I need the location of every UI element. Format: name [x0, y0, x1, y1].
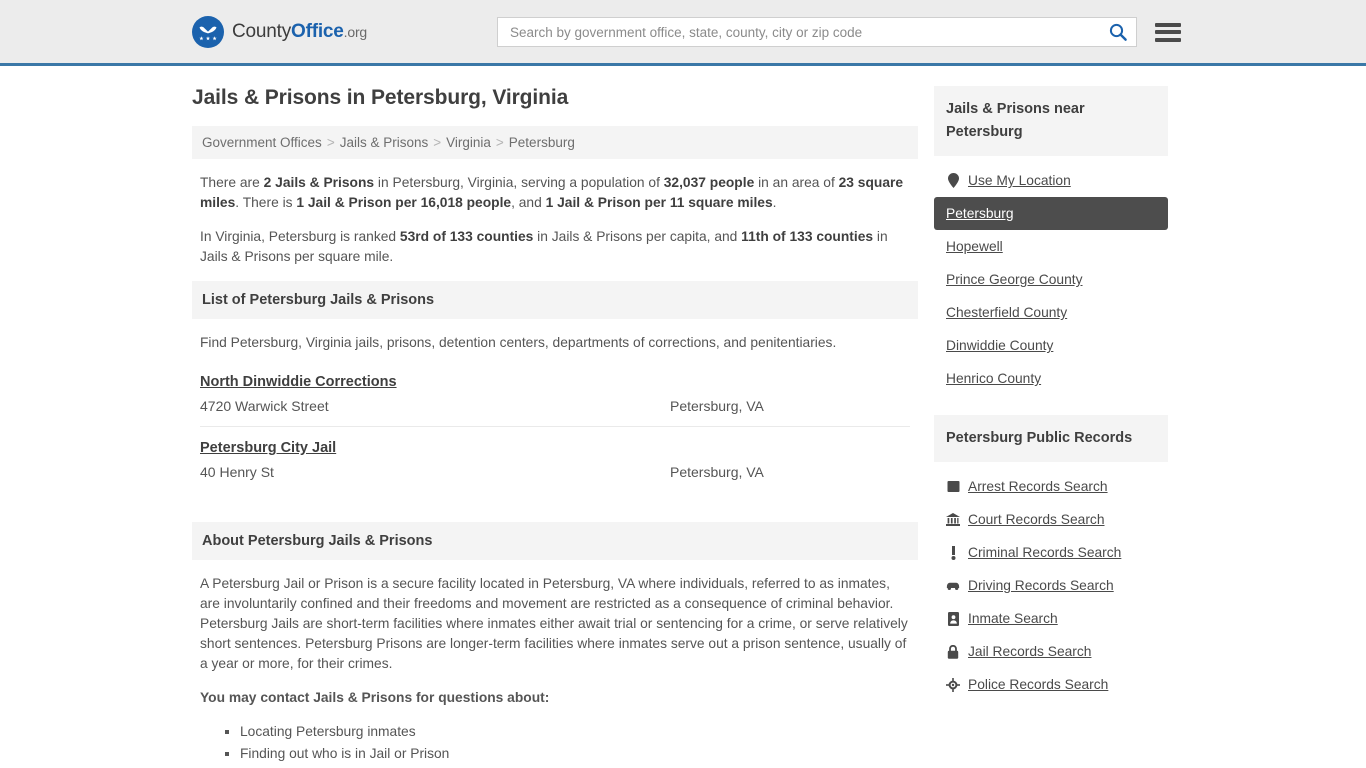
logo-text-org: .org — [343, 23, 368, 40]
intro-statistics: There are 2 Jails & Prisons in Petersbur… — [192, 173, 918, 267]
sidebar-item-inmate-search[interactable]: Inmate Search — [934, 602, 1168, 635]
sidebar-item-label: Arrest Records Search — [968, 479, 1108, 494]
about-lead-in: You may contact Jails & Prisons for ques… — [200, 690, 550, 705]
page-container: Jails & Prisons in Petersburg, Virginia … — [0, 66, 1366, 768]
map-pin-icon — [946, 173, 960, 188]
list-section-description: Find Petersburg, Virginia jails, prisons… — [200, 335, 837, 350]
about-section-heading: About Petersburg Jails & Prisons — [192, 522, 918, 560]
listing-name-link[interactable]: North Dinwiddie Corrections — [200, 374, 397, 390]
sidebar-item-prince-george-county[interactable]: Prince George County — [934, 263, 1168, 296]
listing-address: 40 Henry St — [200, 464, 274, 480]
main-column: Jails & Prisons in Petersburg, Virginia … — [192, 86, 918, 768]
sidebar-item-label: Use My Location — [968, 173, 1071, 188]
sidebar-item-label: Criminal Records Search — [968, 545, 1122, 560]
about-paragraph: A Petersburg Jail or Prison is a secure … — [200, 576, 908, 671]
sidebar-nearby-list: Use My Location Petersburg Hopewell Prin… — [934, 164, 1168, 395]
hamburger-bar — [1155, 22, 1181, 27]
breadcrumb-item-virginia[interactable]: Virginia — [446, 135, 491, 150]
sidebar-item-police-records-search[interactable]: Police Records Search — [934, 668, 1168, 701]
list-section-body: Find Petersburg, Virginia jails, prisons… — [192, 319, 918, 492]
hamburger-bar — [1155, 37, 1181, 42]
about-section-body: A Petersburg Jail or Prison is a secure … — [192, 560, 918, 768]
sidebar-item-label: Henrico County — [946, 371, 1042, 386]
sidebar-item-label: Hopewell — [946, 239, 1003, 254]
sidebar-item-label: Court Records Search — [968, 512, 1105, 527]
intro-paragraph-rankings: In Virginia, Petersburg is ranked 53rd o… — [200, 229, 888, 264]
hamburger-bar — [1155, 30, 1181, 34]
sidebar-item-driving-records-search[interactable]: Driving Records Search — [934, 569, 1168, 602]
breadcrumb: Government Offices > Jails & Prisons > Virgi… — [192, 126, 918, 159]
site-logo[interactable]: CountyOffice.org — [192, 15, 367, 48]
fingerprint-icon — [946, 480, 960, 493]
list-section-heading: List of Petersburg Jails & Prisons — [192, 281, 918, 319]
lock-icon — [946, 644, 960, 659]
search-icon[interactable] — [1108, 22, 1128, 42]
sidebar-item-henrico-county[interactable]: Henrico County — [934, 362, 1168, 395]
search-box[interactable] — [497, 17, 1137, 47]
header-search-area — [497, 17, 1181, 47]
sidebar-item-label: Inmate Search — [968, 611, 1058, 626]
breadcrumb-item-government-offices[interactable]: Government Offices — [202, 135, 322, 150]
breadcrumb-item-petersburg[interactable]: Petersburg — [509, 135, 575, 150]
sidebar-public-records-list: Arrest Records Search Court Records Sear… — [934, 470, 1168, 701]
sidebar-item-label: Petersburg — [946, 206, 1014, 221]
sidebar-item-arrest-records-search[interactable]: Arrest Records Search — [934, 470, 1168, 503]
police-badge-icon — [946, 677, 960, 692]
site-header: CountyOffice.org — [0, 0, 1366, 66]
listing-item: North Dinwiddie Corrections 4720 Warwick… — [200, 373, 910, 426]
sidebar-item-court-records-search[interactable]: Court Records Search — [934, 503, 1168, 536]
hamburger-menu-icon[interactable] — [1155, 22, 1181, 42]
breadcrumb-separator: > — [433, 135, 442, 150]
sidebar-item-criminal-records-search[interactable]: Criminal Records Search — [934, 536, 1168, 569]
search-input[interactable] — [508, 23, 1108, 41]
listing-address: 4720 Warwick Street — [200, 398, 329, 414]
intro-paragraph-counts: There are 2 Jails & Prisons in Petersbur… — [200, 175, 904, 210]
sidebar-item-chesterfield-county[interactable]: Chesterfield County — [934, 296, 1168, 329]
listing-detail-row: 4720 Warwick Street Petersburg, VA — [200, 398, 910, 414]
sidebar-item-label: Prince George County — [946, 272, 1083, 287]
about-bullet: Locating Petersburg inmates — [240, 722, 910, 742]
sidebar-item-label: Jail Records Search — [968, 644, 1092, 659]
breadcrumb-separator: > — [326, 135, 335, 150]
sidebar: Jails & Prisons near Petersburg Use My L… — [934, 86, 1168, 768]
sidebar-item-label: Chesterfield County — [946, 305, 1068, 320]
sidebar-item-hopewell[interactable]: Hopewell — [934, 230, 1168, 263]
car-icon — [946, 580, 960, 591]
sidebar-public-records-heading: Petersburg Public Records — [934, 415, 1168, 462]
courthouse-icon — [946, 513, 960, 526]
sidebar-nearby-heading: Jails & Prisons near Petersburg — [934, 86, 1168, 156]
sidebar-item-label: Driving Records Search — [968, 578, 1114, 593]
sidebar-item-dinwiddie-county[interactable]: Dinwiddie County — [934, 329, 1168, 362]
listing-city-state: Petersburg, VA — [670, 398, 764, 414]
sidebar-item-label: Dinwiddie County — [946, 338, 1054, 353]
id-badge-icon — [946, 611, 960, 626]
logo-text-office: Office — [291, 20, 344, 42]
logo-text-county: County — [232, 20, 292, 42]
listing-detail-row: 40 Henry St Petersburg, VA — [200, 464, 910, 480]
eagle-stars-seal-icon — [192, 15, 224, 48]
listing-city-state: Petersburg, VA — [670, 464, 764, 480]
breadcrumb-item-jails-prisons[interactable]: Jails & Prisons — [340, 135, 429, 150]
exclamation-icon — [946, 545, 960, 560]
listing-name-link[interactable]: Petersburg City Jail — [200, 440, 336, 456]
sidebar-item-jail-records-search[interactable]: Jail Records Search — [934, 635, 1168, 668]
about-bullet-list: Locating Petersburg inmates Finding out … — [200, 722, 910, 768]
site-logo-text: CountyOffice.org — [232, 21, 367, 43]
content-row: Jails & Prisons in Petersburg, Virginia … — [192, 66, 1174, 768]
page-title: Jails & Prisons in Petersburg, Virginia — [192, 86, 569, 109]
listing-item: Petersburg City Jail 40 Henry St Petersb… — [200, 426, 910, 492]
sidebar-item-petersburg[interactable]: Petersburg — [934, 197, 1168, 230]
about-bullet: Finding out who is in Jail or Prison — [240, 744, 910, 764]
breadcrumb-separator: > — [495, 135, 504, 150]
sidebar-item-label: Police Records Search — [968, 677, 1109, 692]
sidebar-item-use-my-location[interactable]: Use My Location — [934, 164, 1168, 197]
